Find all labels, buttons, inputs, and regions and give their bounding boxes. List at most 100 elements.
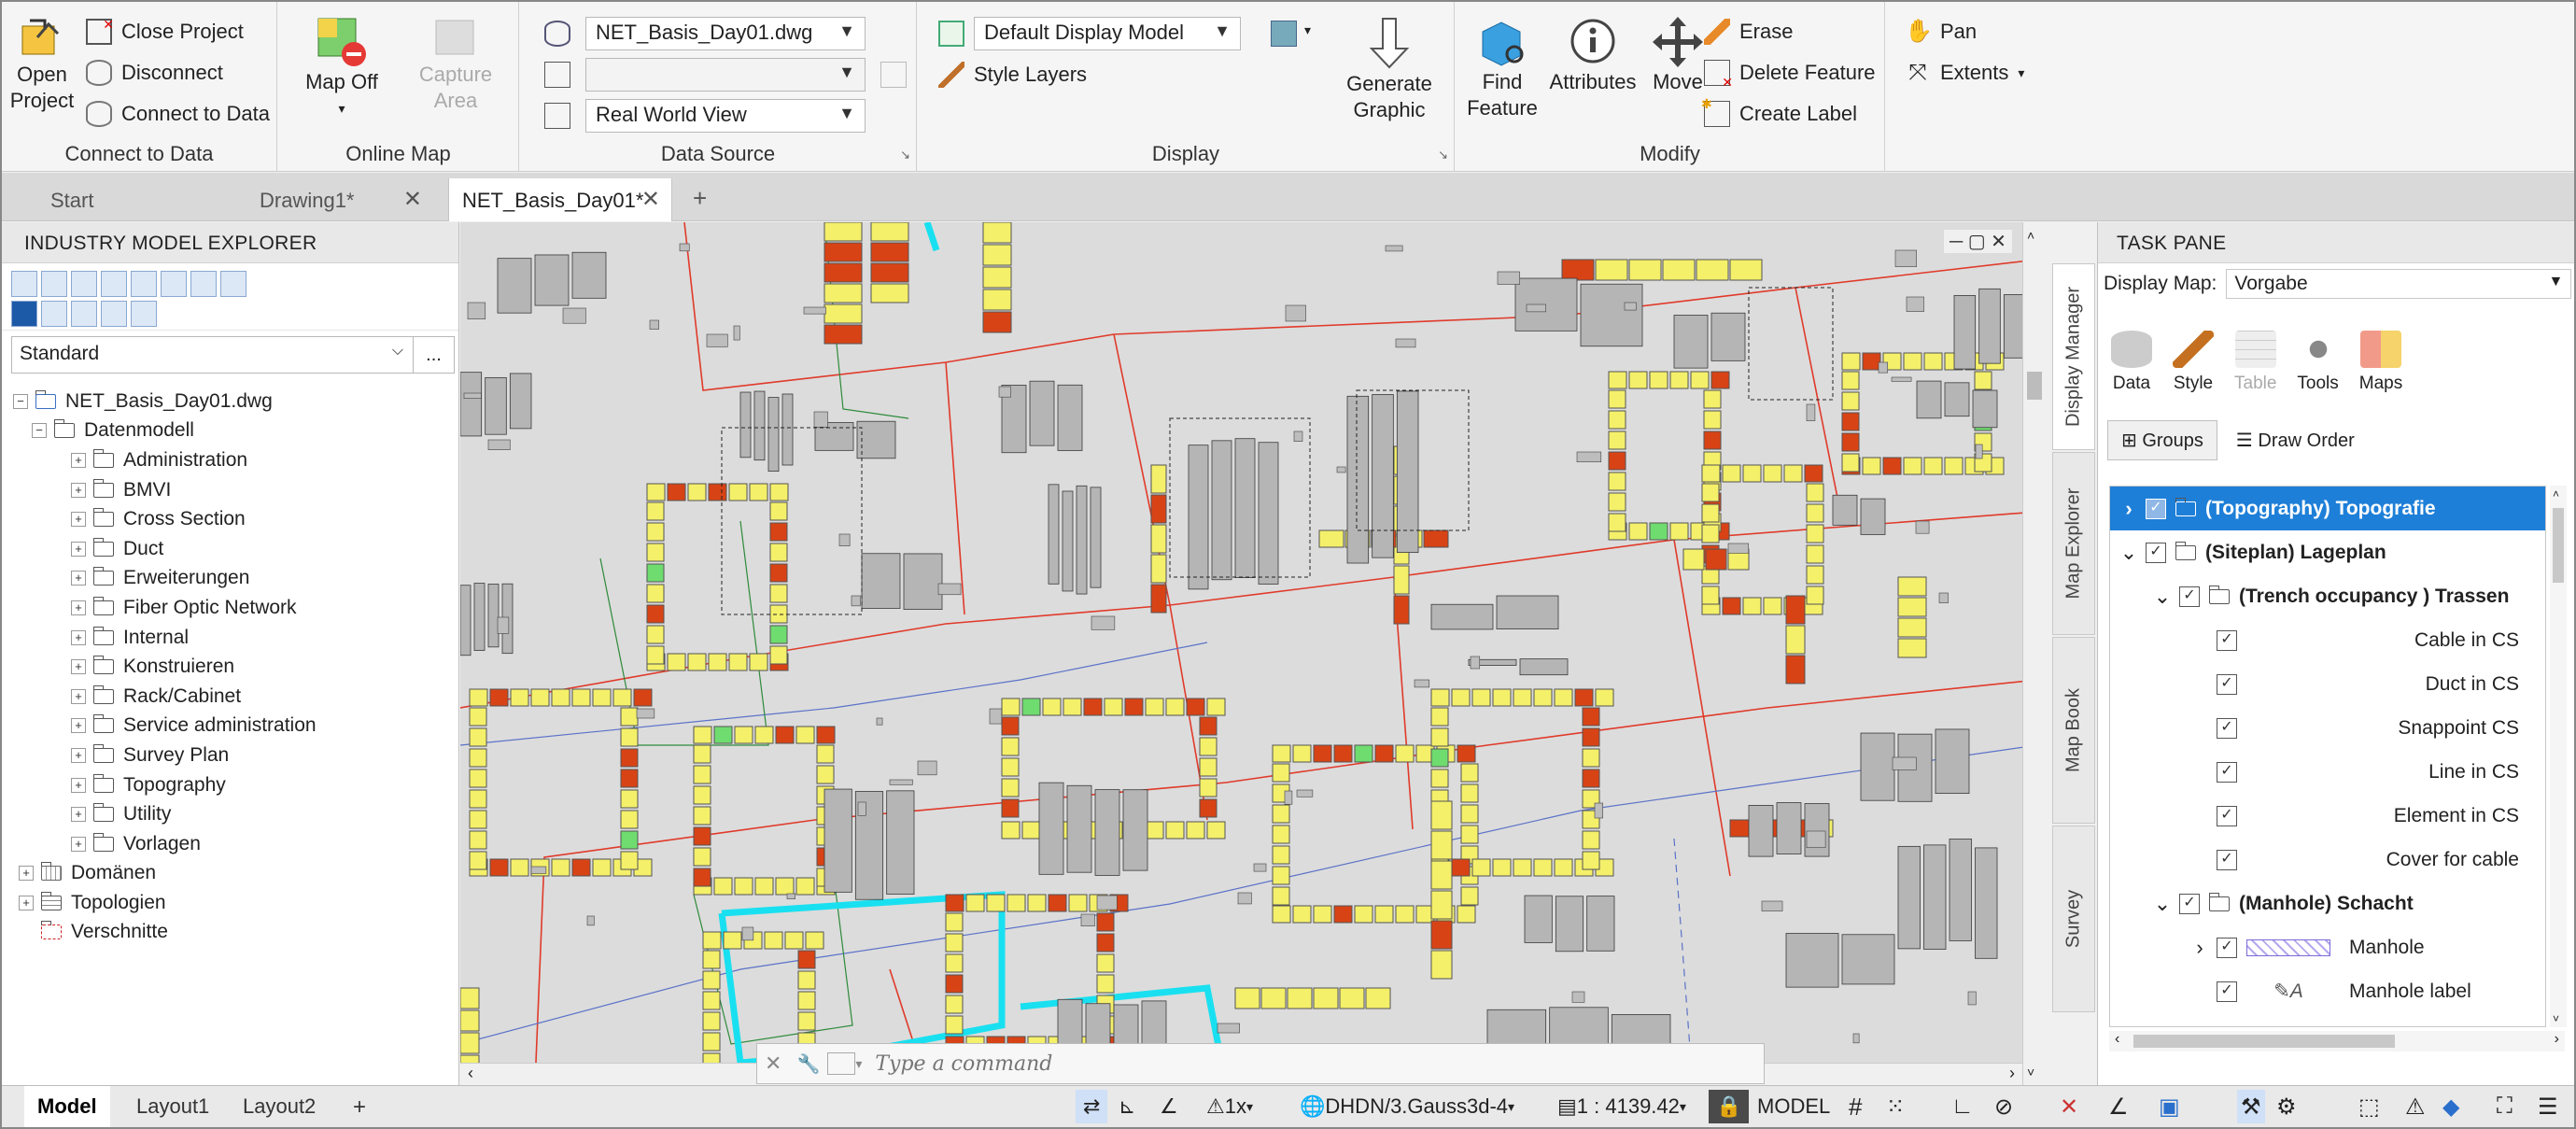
groups-button[interactable]: ⊞ Groups [2107,420,2217,460]
tree-node-service-administration[interactable]: + Service administration [13,712,458,741]
ortho-icon[interactable]: ⊾ [1119,1090,1135,1123]
fullscreen-icon[interactable]: ⛶ [2497,1090,2513,1123]
database-icon[interactable] [220,271,246,297]
layer-visibility-checkbox[interactable]: ✓ [2217,805,2237,826]
map-canvas[interactable] [460,222,2037,1085]
isolate-icon[interactable]: ◆ [2442,1090,2459,1123]
layer-tree-scrollbar[interactable]: ˄ ˅ [2550,486,2567,1027]
map-drawing[interactable] [460,222,2037,1085]
expand-icon[interactable]: + [71,659,86,675]
layer-row[interactable]: ✓ Line in CS [2110,750,2545,794]
layer-visibility-checkbox[interactable]: ✓ [2217,849,2237,870]
polar-icon[interactable]: ∠ [1160,1090,1178,1123]
tree-node-bmvi[interactable]: + BMVI [13,475,458,505]
layer-row[interactable]: › ✓ (Topography) Topografie [2110,487,2545,530]
view-dropdown[interactable]: Real World View ▼ [585,99,866,133]
profile-browse-button[interactable]: ... [414,336,455,374]
tree-node-topologien[interactable]: + Topologien [13,888,458,918]
tab-drawing1[interactable]: Drawing1* ✕ [246,178,433,221]
command-input[interactable] [862,1045,1764,1082]
snap-grid-icon[interactable]: ⁙ [1886,1090,1905,1123]
expand-icon[interactable]: + [71,629,86,645]
source-layer-dropdown[interactable]: ▼ [585,58,866,92]
chevron-left-icon[interactable]: ‹ [2115,1031,2119,1048]
viewport-controls[interactable]: ─ ▢ ✕ [1944,230,2012,253]
expand-icon[interactable]: + [71,600,86,615]
chevron-left-icon[interactable]: ‹ [468,1064,473,1083]
binoculars-icon[interactable] [131,271,157,297]
object-snap-icon[interactable]: ✕ [2060,1090,2078,1123]
expand-icon[interactable]: + [71,807,86,823]
command-line[interactable]: ✕ 🔧 ▾ [756,1043,1765,1084]
expand-icon[interactable]: + [71,688,86,704]
layer-visibility-checkbox[interactable]: ✓ [2146,542,2166,563]
layer-visibility-checkbox[interactable]: ✓ [2217,937,2237,958]
form-icon[interactable] [101,271,127,297]
layer-visibility-checkbox[interactable]: ✓ [2179,893,2200,914]
tree-node-topography[interactable]: + Topography [13,770,458,800]
new-tab-button[interactable]: + [682,178,728,221]
chevron-down-icon[interactable]: ▾ [1304,22,1311,38]
chevron-icon[interactable]: › [2189,936,2211,960]
tree-node-fiber-optic-network[interactable]: + Fiber Optic Network [13,593,458,623]
net-icon[interactable] [11,301,37,327]
close-icon[interactable]: ✕ [757,1051,789,1076]
expand-icon[interactable]: + [71,512,86,528]
maps-button[interactable]: Maps [2359,331,2402,394]
display-model-dropdown[interactable]: Default Display Model ▼ [974,17,1241,50]
table-icon[interactable] [190,271,217,297]
capture-area-button[interactable]: Capture Area [409,15,502,114]
tree-node-vorlagen[interactable]: + Vorlagen [13,829,458,859]
generate-graphic-button[interactable]: Generate Graphic [1338,15,1441,123]
annotation-scale[interactable]: ⚠ 1x ▾ [1206,1090,1253,1123]
chevron-right-icon[interactable]: › [2009,1064,2015,1083]
customize-icon[interactable]: ☰ [2538,1090,2558,1123]
tree-node-duct[interactable]: + Duct [13,534,458,564]
erase-button[interactable]: Erase [1704,19,1793,45]
expand-icon[interactable]: + [19,866,34,882]
display-map-select[interactable]: Vorgabe ▼ [2226,269,2572,299]
tab-start[interactable]: Start [37,178,224,221]
connect-to-data-button[interactable]: Connect to Data [86,101,270,127]
warning-icon[interactable]: ⚠ [2405,1090,2426,1123]
map-vertical-scrollbar[interactable]: ˄ ˅ [2022,222,2047,1085]
angle-icon[interactable]: ∠ [2108,1090,2129,1123]
chevron-icon[interactable]: › [2118,497,2140,521]
expand-icon[interactable]: + [71,571,86,586]
selection-cycling-icon[interactable]: ▣ [2159,1090,2180,1123]
lock-icon[interactable]: 🔒 [1709,1090,1750,1123]
ortho-mode-icon[interactable]: ∟ [1951,1090,1974,1123]
chevron-icon[interactable]: ⌄ [2151,892,2174,916]
source-settings-icon[interactable] [880,62,907,88]
create-label-button[interactable]: ✱ Create Label [1701,96,1857,127]
layer-row[interactable]: ⌄ ✓ (Trench occupancy ) Trassen [2110,574,2545,618]
expand-icon[interactable]: + [71,452,86,468]
table-button[interactable]: Table [2234,331,2276,394]
tab-display-manager[interactable]: Display Manager [2052,263,2095,450]
tree-node-administration[interactable]: + Administration [13,445,458,475]
tree-node-survey-plan[interactable]: + Survey Plan [13,741,458,770]
layer-row[interactable]: ✓ Cover for cable [2110,838,2545,882]
disconnect-button[interactable]: Disconnect [86,60,223,86]
style-layers-button[interactable]: Style Layers [938,62,1087,88]
chevron-down-icon[interactable]: ▾ [855,1056,862,1072]
workspace-icon[interactable]: ⬚ [2358,1090,2380,1123]
refresh-icon[interactable] [11,271,37,297]
tree-node-rack-cabinet[interactable]: + Rack/Cabinet [13,682,458,712]
chevron-down-icon[interactable]: ˅ [2553,1012,2559,1025]
tree-node-cross-section[interactable]: + Cross Section [13,504,458,534]
tab-survey[interactable]: Survey [2052,826,2095,1012]
chevron-up-icon[interactable]: ˄ [2553,487,2559,501]
chevron-right-icon[interactable]: › [2555,1031,2559,1048]
expand-icon[interactable]: + [71,777,86,793]
layer-row[interactable]: ✓ ✎A Manhole label [2110,969,2545,1013]
layer-tree-hscrollbar[interactable]: ‹ › [2109,1031,2565,1051]
tree-node-root[interactable]: − NET_Basis_Day01.dwg [13,387,458,416]
style-button[interactable]: Style [2173,331,2214,394]
expand-icon[interactable]: + [71,541,86,557]
report-icon[interactable] [161,271,187,297]
export-icon[interactable] [71,271,97,297]
data-button[interactable]: Data [2111,331,2152,394]
tree-node-erweiterungen[interactable]: + Erweiterungen [13,564,458,594]
tree-node-internal[interactable]: + Internal [13,623,458,653]
